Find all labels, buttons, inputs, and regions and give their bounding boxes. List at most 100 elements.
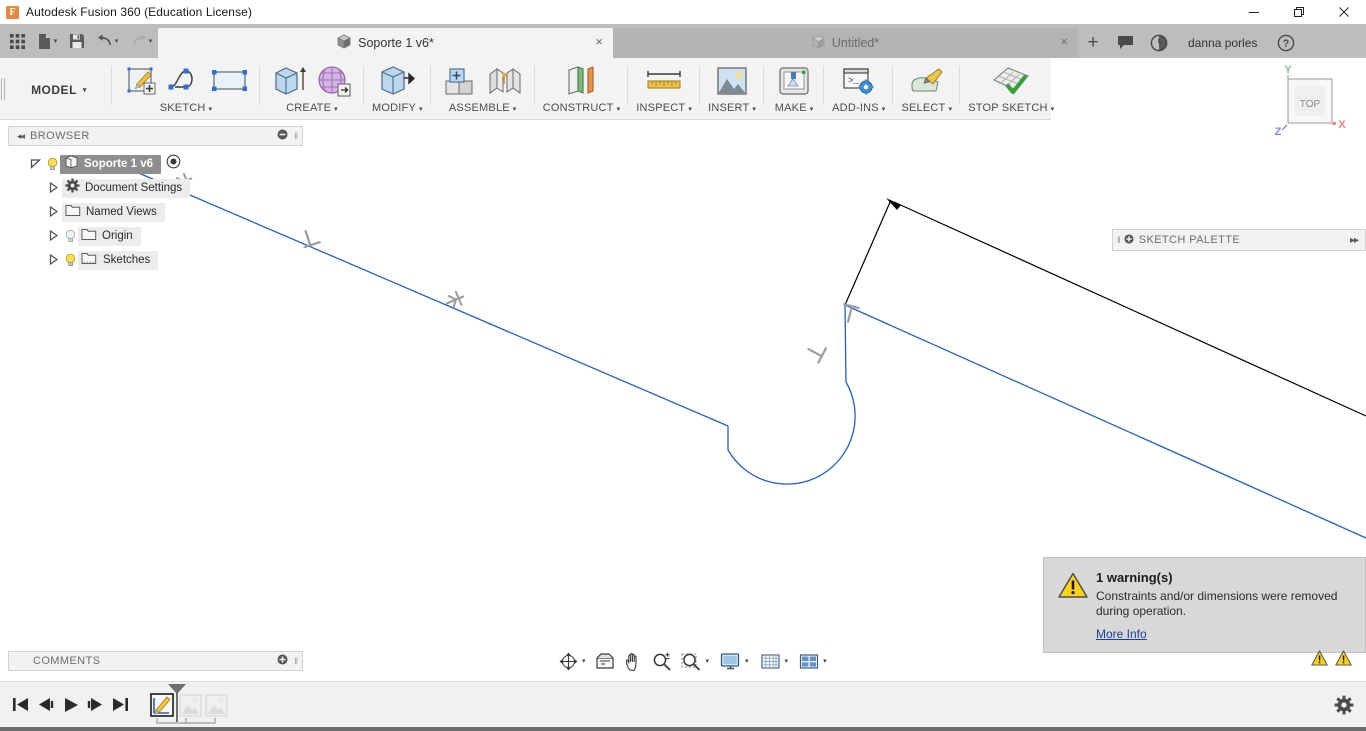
tree-item-sketches[interactable]: Sketches: [78, 250, 159, 270]
save-button[interactable]: [64, 26, 90, 56]
play-icon[interactable]: [58, 682, 83, 728]
tab-untitled[interactable]: Untitled* ×: [613, 28, 1078, 58]
light-bulb-off-icon[interactable]: [62, 229, 78, 243]
viewports-icon[interactable]: [796, 648, 822, 675]
chevron-down-icon[interactable]: ▾: [83, 87, 87, 94]
comments-resize-grip[interactable]: ‖: [294, 656, 298, 666]
expand-arrow-icon[interactable]: [44, 229, 62, 243]
offset-plane-icon[interactable]: [559, 61, 603, 101]
panel-label-assemble[interactable]: ASSEMBLE ▾: [449, 102, 517, 114]
panel-label-inspect[interactable]: INSPECT ▾: [636, 102, 692, 114]
help-icon[interactable]: ?: [1269, 28, 1303, 58]
expand-arrow-icon[interactable]: [44, 253, 62, 267]
tree-item-document-settings[interactable]: Document Settings: [62, 178, 191, 198]
tab-soporte-1[interactable]: Soporte 1 v6* ×: [158, 28, 613, 58]
3d-print-icon[interactable]: [772, 61, 816, 101]
chevron-down-icon[interactable]: ▾: [209, 106, 213, 113]
chevron-down-icon[interactable]: ▾: [745, 658, 749, 665]
chevron-down-icon[interactable]: ▾: [334, 106, 338, 113]
chevron-down-icon[interactable]: ▾: [948, 106, 952, 113]
joint-icon[interactable]: [483, 61, 527, 101]
chevron-down-icon[interactable]: ▾: [1051, 106, 1055, 113]
tree-item-origin[interactable]: Origin: [78, 226, 141, 246]
tree-row-named-views[interactable]: Named Views: [8, 200, 303, 224]
sketch-palette-grip[interactable]: ‖: [1113, 235, 1124, 245]
user-name[interactable]: danna porles: [1176, 28, 1269, 58]
panel-label-make[interactable]: MAKE ▾: [775, 102, 814, 114]
expand-arrow-icon[interactable]: [44, 181, 62, 195]
chevron-down-icon[interactable]: ▾: [617, 106, 621, 113]
expand-arrow-icon[interactable]: [26, 158, 44, 171]
sketch-palette-expand-icon[interactable]: ▸▸: [1350, 235, 1365, 246]
undo-button[interactable]: ▾: [90, 26, 124, 56]
sketch-palette-pin-icon[interactable]: [1124, 233, 1134, 247]
close-button[interactable]: [1321, 0, 1366, 24]
minimize-button[interactable]: [1231, 0, 1276, 24]
chevron-down-icon[interactable]: ▾: [882, 106, 886, 113]
tree-row-origin[interactable]: Origin: [8, 224, 303, 248]
extrude-icon[interactable]: [268, 61, 312, 101]
tree-row-sketches[interactable]: Sketches: [8, 248, 303, 272]
light-bulb-icon[interactable]: [62, 253, 78, 267]
tree-item-soporte[interactable]: Soporte 1 v6: [60, 154, 162, 174]
warning-triangle-icon[interactable]: [1311, 650, 1328, 671]
view-cube[interactable]: TOP Y X Z: [1266, 62, 1358, 144]
zoom-window-icon[interactable]: [675, 648, 705, 675]
panel-label-sketch[interactable]: SKETCH ▾: [160, 102, 213, 114]
create-sketch-icon[interactable]: [120, 61, 164, 101]
step-forward-icon[interactable]: [83, 682, 108, 728]
new-design-button[interactable]: ▾: [30, 26, 64, 56]
orbit-icon[interactable]: [556, 648, 581, 675]
create-form-icon[interactable]: [312, 61, 356, 101]
timeline-settings-button[interactable]: [1334, 682, 1354, 728]
redo-button[interactable]: ▾: [124, 26, 158, 56]
browser-resize-grip[interactable]: ‖: [294, 131, 298, 141]
panel-label-insert[interactable]: INSERT ▾: [708, 102, 756, 114]
more-info-link[interactable]: More Info: [1096, 627, 1147, 641]
expand-arrow-icon[interactable]: [44, 205, 62, 219]
pan-icon[interactable]: [618, 648, 646, 675]
warning-triangle-icon[interactable]: [1335, 650, 1352, 671]
chevron-down-icon[interactable]: ▾: [54, 38, 58, 45]
scripts-addins-icon[interactable]: >_: [837, 61, 881, 101]
tab-close-icon[interactable]: ×: [595, 35, 603, 48]
step-back-icon[interactable]: [33, 682, 58, 728]
grid-snaps-icon[interactable]: [757, 648, 784, 675]
panel-label-construct[interactable]: CONSTRUCT ▾: [543, 102, 621, 114]
chevron-down-icon[interactable]: ▾: [810, 106, 814, 113]
chevron-down-icon[interactable]: ▾: [149, 38, 153, 45]
insert-canvas-icon[interactable]: [710, 61, 754, 101]
go-to-end-icon[interactable]: [108, 682, 133, 728]
tree-item-named-views[interactable]: Named Views: [62, 202, 165, 222]
spline-icon[interactable]: [164, 61, 208, 101]
press-pull-icon[interactable]: [375, 61, 419, 101]
browser-settings-icon[interactable]: [277, 129, 288, 143]
tab-close-icon[interactable]: ×: [1060, 35, 1068, 48]
workspace-switcher[interactable]: MODEL ▾: [6, 58, 112, 119]
tree-row-soporte[interactable]: Soporte 1 v6: [8, 152, 303, 176]
comment-icon[interactable]: [1108, 28, 1142, 58]
light-bulb-icon[interactable]: [44, 157, 60, 171]
new-tab-button[interactable]: +: [1078, 28, 1108, 58]
clock-icon[interactable]: [1142, 28, 1176, 58]
measure-icon[interactable]: [642, 61, 686, 101]
panel-label-select[interactable]: SELECT ▾: [901, 102, 952, 114]
panel-label-create[interactable]: CREATE ▾: [286, 102, 338, 114]
collapse-browser-icon[interactable]: ◂◂: [9, 131, 30, 142]
stop-sketch-icon[interactable]: [985, 61, 1037, 101]
tree-row-document-settings[interactable]: Document Settings: [8, 176, 303, 200]
chevron-down-icon[interactable]: ▾: [688, 106, 692, 113]
new-component-icon[interactable]: [439, 61, 483, 101]
panel-label-addins[interactable]: ADD-INS ▾: [832, 102, 885, 114]
chevron-down-icon[interactable]: ▾: [785, 658, 789, 665]
chevron-down-icon[interactable]: ▾: [706, 658, 710, 665]
select-icon[interactable]: [905, 61, 949, 101]
look-at-icon[interactable]: [592, 648, 618, 675]
chevron-down-icon[interactable]: ▾: [115, 38, 119, 45]
visibility-radio-icon[interactable]: [166, 154, 181, 174]
zoom-icon[interactable]: [646, 648, 675, 675]
chevron-down-icon[interactable]: ▾: [513, 106, 517, 113]
chevron-down-icon[interactable]: ▾: [752, 106, 756, 113]
chevron-down-icon[interactable]: ▾: [823, 658, 827, 665]
maximize-button[interactable]: [1276, 0, 1321, 24]
